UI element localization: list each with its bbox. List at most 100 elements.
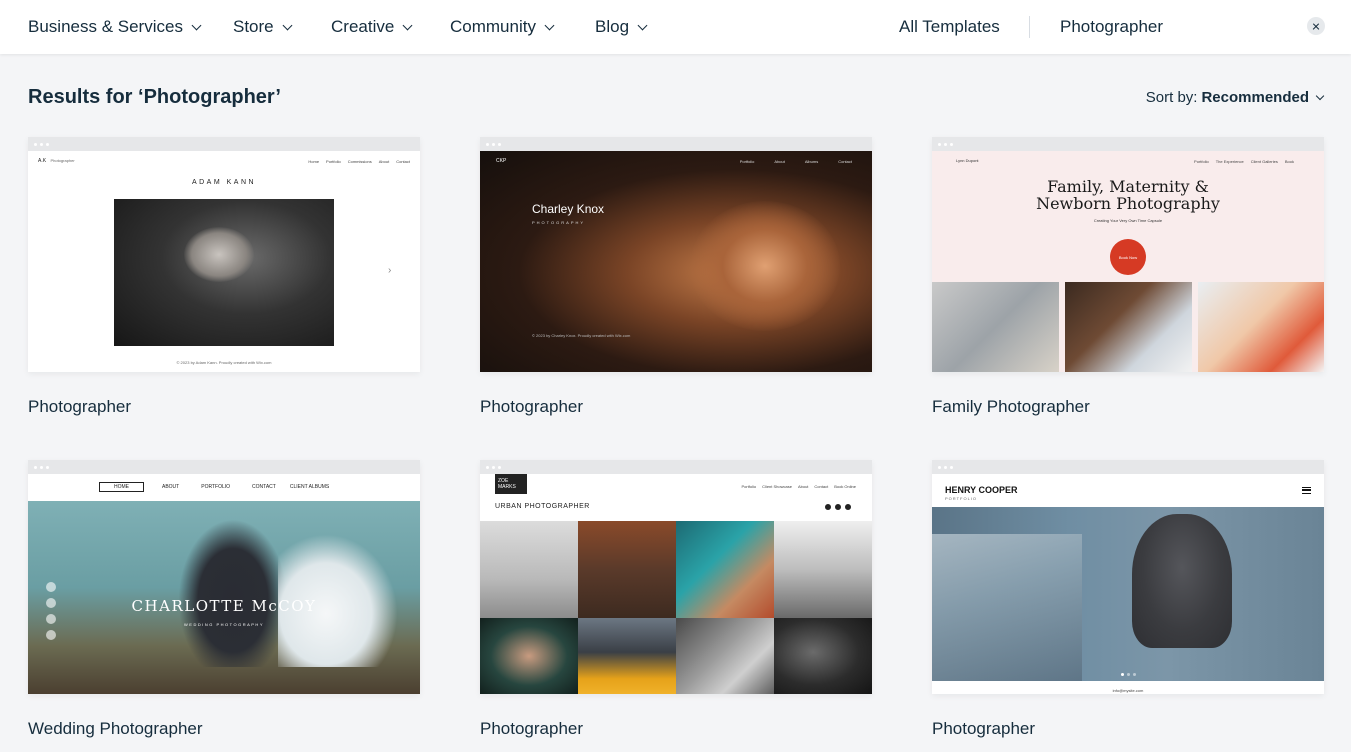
sort-value: Recommended bbox=[1201, 89, 1309, 106]
preview-photo bbox=[480, 521, 578, 618]
close-icon[interactable] bbox=[1307, 17, 1325, 35]
preview-nav-item: Book Online bbox=[834, 484, 856, 489]
sort-dropdown[interactable]: Sort by: Recommended bbox=[1146, 89, 1325, 106]
all-templates-link[interactable]: All Templates bbox=[899, 17, 1000, 37]
preview-photo bbox=[676, 618, 774, 694]
browser-chrome bbox=[28, 137, 420, 151]
preview-nav: Home Portfolio Commissions About Contact bbox=[308, 159, 410, 164]
preview-logo: A.K Photographer bbox=[38, 158, 75, 164]
preview-nav-item: Contact bbox=[396, 159, 410, 164]
preview-nav-item: About bbox=[378, 159, 390, 164]
nav-business-services[interactable]: Business & Services bbox=[28, 17, 202, 37]
preview-nav-item: Albums bbox=[804, 159, 819, 164]
preview-nav-item: Contact bbox=[814, 484, 829, 489]
preview-nav: HOME ABOUT PORTFOLIO CONTACT CLIENT ALBU… bbox=[99, 482, 329, 492]
nav-store[interactable]: Store bbox=[233, 17, 293, 37]
preview-photo bbox=[690, 201, 840, 331]
preview-tagline: Creating Your Very Own Time Capsule bbox=[1093, 218, 1163, 223]
carousel-dot[interactable] bbox=[1121, 673, 1124, 676]
nav-label: Business & Services bbox=[28, 17, 183, 36]
preview-nav: Portfolio About Albums Contact bbox=[740, 159, 852, 164]
template-card: Lynn Dupont Portfolio The Experience Cli… bbox=[932, 137, 1324, 416]
preview-name: HENRY COOPER bbox=[945, 485, 1018, 495]
preview-logo-line: MARKS bbox=[498, 484, 516, 490]
template-thumbnail[interactable]: Lynn Dupont Portfolio The Experience Cli… bbox=[932, 137, 1324, 372]
template-preview: CKP Portfolio About Albums Contact Charl… bbox=[480, 151, 872, 372]
preview-nav-item: About bbox=[774, 159, 785, 164]
preview-headline: Family, Maternity & Newborn Photography bbox=[932, 178, 1324, 212]
preview-nav-item: Home bbox=[308, 159, 320, 164]
chevron-down-icon bbox=[282, 20, 293, 30]
template-label[interactable]: Photographer bbox=[480, 719, 583, 739]
nav-community[interactable]: Community bbox=[450, 17, 555, 37]
browser-chrome bbox=[932, 137, 1324, 151]
template-label[interactable]: Family Photographer bbox=[932, 397, 1090, 417]
preview-photo bbox=[578, 521, 676, 618]
nav-label: Store bbox=[233, 17, 274, 36]
preview-photo bbox=[178, 519, 288, 667]
template-preview: Lynn Dupont Portfolio The Experience Cli… bbox=[932, 151, 1324, 372]
preview-photo bbox=[774, 521, 872, 618]
results-title: Results for ‘Photographer’ bbox=[28, 86, 281, 108]
preview-nav-item: CLIENT ALBUMS bbox=[289, 484, 330, 490]
preview-logo: ZOE MARKS bbox=[495, 474, 527, 494]
browser-chrome bbox=[932, 460, 1324, 474]
template-card: HOME ABOUT PORTFOLIO CONTACT CLIENT ALBU… bbox=[28, 460, 420, 738]
template-label[interactable]: Photographer bbox=[480, 397, 583, 417]
preview-nav-item: Commissions bbox=[347, 159, 372, 164]
browser-chrome bbox=[480, 137, 872, 151]
preview-sub: PORTFOLIO bbox=[945, 496, 978, 501]
template-thumbnail[interactable]: HENRY COOPER PORTFOLIO info@mysite.com bbox=[932, 460, 1324, 694]
preview-nav-item: Book bbox=[1284, 159, 1294, 164]
preview-name: ADAM KANN bbox=[191, 179, 257, 186]
instagram-icon bbox=[46, 630, 56, 640]
preview-logo-sub: Photographer bbox=[50, 158, 75, 163]
browser-chrome bbox=[480, 460, 872, 474]
preview-photo bbox=[932, 282, 1059, 372]
search-input[interactable] bbox=[1058, 12, 1288, 42]
template-card: HENRY COOPER PORTFOLIO info@mysite.com P… bbox=[932, 460, 1324, 738]
chevron-down-icon bbox=[544, 20, 555, 30]
preview-book-button: Book Now bbox=[1110, 239, 1146, 275]
template-preview: ZOE MARKS Portfolio Client Showcase Abou… bbox=[480, 474, 872, 694]
preview-nav-item: Portfolio bbox=[326, 159, 341, 164]
template-thumbnail[interactable]: CKP Portfolio About Albums Contact Charl… bbox=[480, 137, 872, 372]
instagram-icon bbox=[845, 504, 851, 510]
preview-nav-item: Portfolio bbox=[1194, 159, 1209, 164]
preview-name: Charley Knox bbox=[532, 202, 605, 216]
preview-nav-item: Contact bbox=[838, 159, 852, 164]
preview-photo bbox=[676, 521, 774, 618]
template-label[interactable]: Photographer bbox=[28, 397, 131, 417]
facebook-icon bbox=[46, 582, 56, 592]
template-preview: A.K Photographer Home Portfolio Commissi… bbox=[28, 151, 420, 372]
preview-nav-item: The Experience bbox=[1215, 159, 1244, 164]
template-card: A.K Photographer Home Portfolio Commissi… bbox=[28, 137, 420, 416]
nav-blog[interactable]: Blog bbox=[595, 17, 648, 37]
preview-nav-item: CONTACT bbox=[252, 484, 276, 490]
chevron-down-icon bbox=[637, 20, 648, 30]
template-thumbnail[interactable]: A.K Photographer Home Portfolio Commissi… bbox=[28, 137, 420, 372]
hamburger-menu-icon bbox=[1302, 487, 1311, 494]
template-thumbnail[interactable]: ZOE MARKS Portfolio Client Showcase Abou… bbox=[480, 460, 872, 694]
preview-photo bbox=[1065, 282, 1192, 372]
twitter-icon bbox=[835, 504, 841, 510]
preview-footer: © 2023 by Adam Kann. Proudly created wit… bbox=[176, 360, 272, 365]
preview-photo bbox=[932, 534, 1082, 681]
arrow-right-icon: › bbox=[388, 265, 392, 276]
template-preview: HOME ABOUT PORTFOLIO CONTACT CLIENT ALBU… bbox=[28, 474, 420, 694]
preview-photo bbox=[1198, 282, 1324, 372]
nav-creative[interactable]: Creative bbox=[331, 17, 413, 37]
nav-divider bbox=[1029, 16, 1030, 38]
top-navigation: Business & Services Store Creative Commu… bbox=[0, 0, 1351, 54]
template-label[interactable]: Photographer bbox=[932, 719, 1035, 739]
template-label[interactable]: Wedding Photographer bbox=[28, 719, 203, 739]
carousel-dot[interactable] bbox=[1127, 673, 1130, 676]
preview-nav-item: Portfolio bbox=[739, 159, 755, 164]
nav-label: Creative bbox=[331, 17, 395, 36]
preview-logo: CKP bbox=[496, 158, 507, 164]
preview-nav-item: ABOUT bbox=[162, 484, 180, 490]
preview-photo bbox=[114, 199, 334, 346]
carousel-dot[interactable] bbox=[1133, 673, 1136, 676]
template-thumbnail[interactable]: HOME ABOUT PORTFOLIO CONTACT CLIENT ALBU… bbox=[28, 460, 420, 694]
preview-nav-item: Portfolio bbox=[741, 484, 757, 489]
